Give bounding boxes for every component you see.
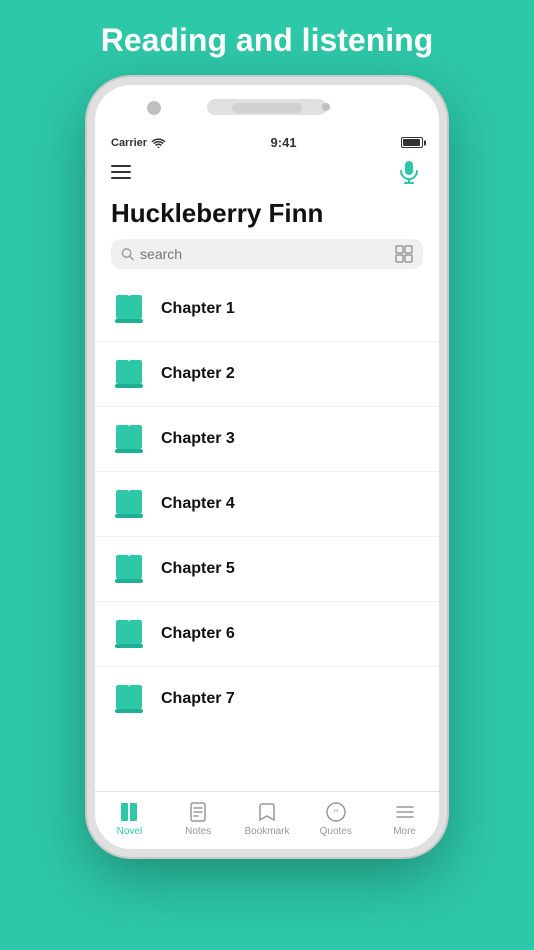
status-time: 9:41 <box>271 135 297 150</box>
nav-bar <box>95 154 439 194</box>
tab-label-notes: Notes <box>185 826 211 837</box>
tab-quotes[interactable]: " Quotes <box>301 800 370 837</box>
search-icon <box>121 247 134 261</box>
tab-icon-bookmark <box>255 800 279 824</box>
book-icon <box>111 421 147 457</box>
tab-label-more: More <box>393 826 416 837</box>
grid-icon[interactable] <box>395 245 413 263</box>
tab-label-novel: Novel <box>117 826 143 837</box>
book-icon <box>111 356 147 392</box>
book-icon <box>111 551 147 587</box>
battery-icon <box>401 137 423 148</box>
tab-icon-novel <box>117 800 141 824</box>
tab-label-bookmark: Bookmark <box>244 826 289 837</box>
mic-icon[interactable] <box>395 158 423 186</box>
chapter-item-3[interactable]: Chapter 3 <box>95 407 439 472</box>
tab-label-quotes: Quotes <box>320 826 352 837</box>
chapter-item-4[interactable]: Chapter 4 <box>95 472 439 537</box>
tab-more[interactable]: More <box>370 800 439 837</box>
status-bar: Carrier 9:41 <box>95 85 439 154</box>
book-icon <box>111 681 147 717</box>
book-icon <box>111 291 147 327</box>
chapter-list: Chapter 1 Chapter 2 Chapter 3 Chapter 4 <box>95 277 439 791</box>
chapter-item-6[interactable]: Chapter 6 <box>95 602 439 667</box>
chapter-item-7[interactable]: Chapter 7 <box>95 667 439 731</box>
chapter-item-1[interactable]: Chapter 1 <box>95 277 439 342</box>
phone-camera <box>147 101 161 115</box>
book-icon <box>111 616 147 652</box>
tab-bookmark[interactable]: Bookmark <box>233 800 302 837</box>
phone-front-dot <box>322 103 330 111</box>
chapter-item-2[interactable]: Chapter 2 <box>95 342 439 407</box>
menu-button[interactable] <box>111 165 131 179</box>
chapter-name: Chapter 7 <box>161 690 235 708</box>
tab-icon-more <box>393 800 417 824</box>
tab-icon-quotes: " <box>324 800 348 824</box>
phone-speaker <box>232 103 302 113</box>
book-icon <box>111 486 147 522</box>
search-bar[interactable] <box>111 239 423 269</box>
wifi-icon <box>151 137 166 148</box>
page-title: Reading and listening <box>0 0 534 77</box>
carrier-label: Carrier <box>111 137 147 149</box>
tab-notes[interactable]: Notes <box>164 800 233 837</box>
chapter-name: Chapter 1 <box>161 300 235 318</box>
chapter-item-5[interactable]: Chapter 5 <box>95 537 439 602</box>
search-input[interactable] <box>140 246 395 262</box>
chapter-name: Chapter 2 <box>161 365 235 383</box>
chapter-name: Chapter 6 <box>161 625 235 643</box>
tab-novel[interactable]: Novel <box>95 800 164 837</box>
status-left: Carrier <box>111 137 166 149</box>
phone-frame: Carrier 9:41 <box>87 77 447 857</box>
status-right <box>401 137 423 148</box>
chapter-name: Chapter 4 <box>161 495 235 513</box>
chapter-name: Chapter 5 <box>161 560 235 578</box>
chapter-name: Chapter 3 <box>161 430 235 448</box>
book-title: Huckleberry Finn <box>95 194 439 239</box>
tab-bar: Novel Notes Bookmark " Quotes More <box>95 791 439 849</box>
tab-icon-notes <box>186 800 210 824</box>
svg-text:": " <box>333 806 338 820</box>
